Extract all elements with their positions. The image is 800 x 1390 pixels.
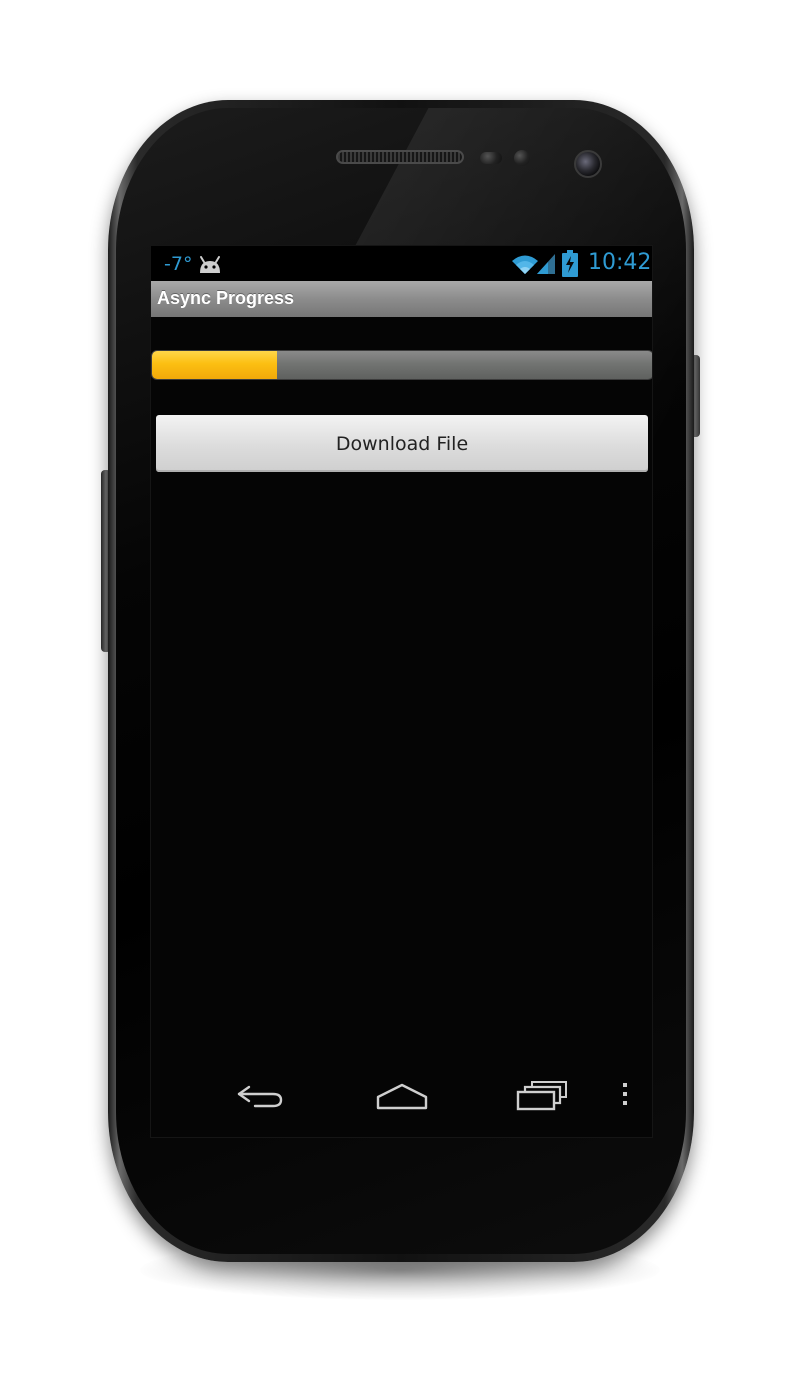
android-icon [200, 256, 220, 273]
screen: -7° 10:42 Async Progress Download File [150, 245, 653, 1138]
home-icon[interactable] [375, 1077, 429, 1113]
proximity-sensor [480, 152, 502, 164]
weather-temperature: -7° [164, 253, 193, 275]
front-camera [574, 150, 602, 178]
light-sensor [514, 150, 530, 166]
battery-charging-icon [562, 250, 578, 277]
back-icon[interactable] [235, 1077, 287, 1113]
action-bar: Async Progress [151, 281, 652, 317]
app-title: Async Progress [157, 288, 295, 308]
earpiece-speaker [336, 150, 464, 164]
status-clock: 10:42 [588, 250, 652, 275]
download-file-button[interactable]: Download File [156, 415, 648, 472]
status-bar: -7° 10:42 [151, 246, 652, 281]
recent-apps-icon[interactable] [515, 1077, 569, 1113]
download-progress-bar [151, 350, 652, 380]
navigation-bar [151, 1057, 652, 1137]
signal-icon [537, 254, 555, 274]
device-frame: -7° 10:42 Async Progress Download File [0, 0, 800, 1390]
overflow-menu-icon[interactable] [615, 1077, 635, 1113]
progress-fill [152, 351, 278, 379]
